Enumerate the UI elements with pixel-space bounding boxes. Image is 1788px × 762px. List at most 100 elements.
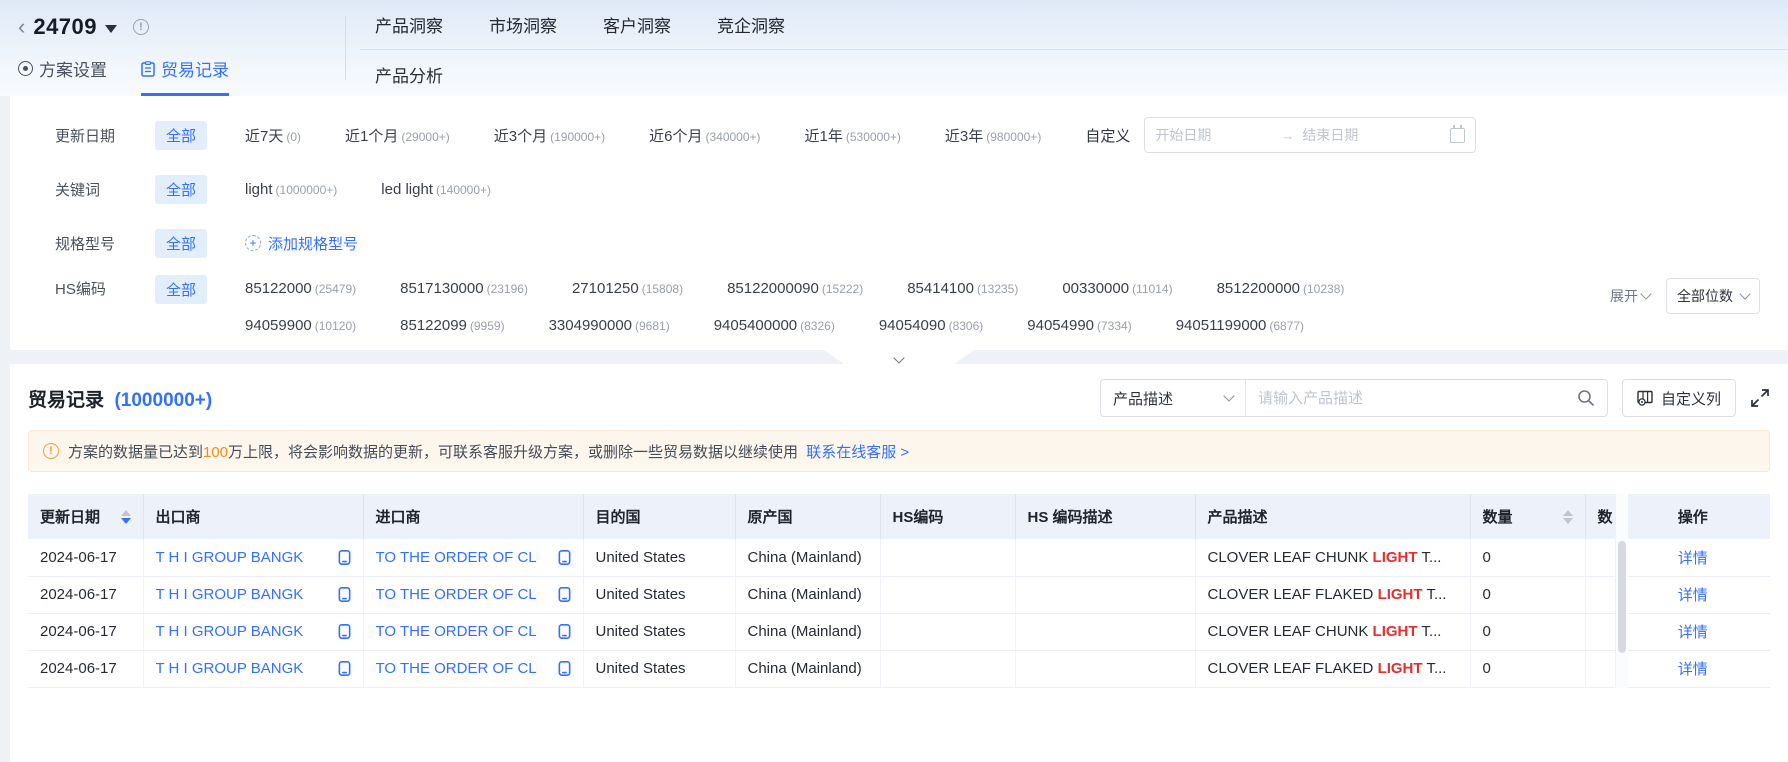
custom-columns-icon (1637, 390, 1653, 406)
vertical-scrollbar[interactable] (1615, 494, 1628, 688)
product-desc-cell: CLOVER LEAF FLAKED LIGHT T... (1195, 650, 1471, 688)
hs-code-option[interactable]: 85414100 (13235) (907, 280, 1018, 297)
plan-tabs: 方案设置 贸易记录 (18, 56, 229, 96)
search-input[interactable] (1245, 389, 1577, 407)
hs-code-option[interactable]: 8517130000 (23196) (400, 280, 528, 297)
table-row: 2024-06-17 T H I GROUP BANGK TO THE ORDE… (28, 650, 1770, 688)
col-header-destination: 目的国 (583, 494, 736, 539)
phone-icon[interactable] (558, 549, 571, 565)
exporter-link[interactable]: T H I GROUP BANGK (156, 549, 304, 566)
digits-select[interactable]: 全部位数 (1666, 278, 1760, 314)
phone-icon[interactable] (338, 624, 351, 639)
custom-columns-button[interactable]: 自定义列 (1621, 379, 1736, 417)
search-type-select[interactable]: 产品描述 (1101, 380, 1246, 416)
phone-icon[interactable] (558, 624, 571, 639)
hs-code-option[interactable]: 8512200000 (10238) (1217, 280, 1345, 297)
phone-icon[interactable] (558, 587, 571, 602)
hs-code-option[interactable]: 94059900 (10120) (245, 317, 356, 334)
chevron-down-icon (1640, 288, 1652, 300)
table-row: 2024-06-17 T H I GROUP BANGK TO THE ORDE… (28, 613, 1770, 651)
nav-market-insight[interactable]: 市场洞察 (489, 12, 557, 37)
date-range-picker[interactable]: → (1144, 117, 1477, 153)
exporter-link[interactable]: T H I GROUP BANGK (156, 623, 304, 640)
add-spec-button[interactable]: + 添加规格型号 (245, 233, 358, 254)
exporter-link[interactable]: T H I GROUP BANGK (156, 660, 304, 677)
phone-icon[interactable] (338, 549, 351, 565)
detail-link[interactable]: 详情 (1678, 661, 1708, 678)
sort-control[interactable] (120, 509, 131, 524)
importer-link[interactable]: TO THE ORDER OF CL (376, 549, 537, 566)
filter-label: 更新日期 (55, 127, 116, 145)
filter-option[interactable]: 近1个月 (29000+) (345, 125, 450, 146)
importer-link[interactable]: TO THE ORDER OF CL (376, 586, 537, 603)
filter-option[interactable]: 近6个月 (340000+) (649, 125, 760, 146)
detail-link[interactable]: 详情 (1678, 587, 1708, 604)
filter-label: HS编码 (55, 281, 106, 298)
detail-link[interactable]: 详情 (1678, 624, 1708, 641)
top-nav: 产品洞察 市场洞察 客户洞察 竞企洞察 (375, 12, 785, 37)
exporter-link[interactable]: T H I GROUP BANGK (156, 586, 304, 603)
importer-link[interactable]: TO THE ORDER OF CL (376, 623, 537, 640)
app-header: ‹ 24709 ! 产品洞察 市场洞察 客户洞察 竞企洞察 产品分析 方案设置 … (0, 0, 1788, 96)
start-date-input[interactable] (1155, 127, 1274, 143)
product-desc-cell: CLOVER LEAF CHUNK LIGHT T... (1195, 539, 1471, 577)
tab-trade-records[interactable]: 贸易记录 (141, 56, 229, 96)
sub-nav-product-analysis[interactable]: 产品分析 (375, 62, 443, 87)
filter-all-chip[interactable]: 全部 (155, 228, 208, 258)
phone-icon[interactable] (558, 661, 571, 676)
contact-support-link[interactable]: 联系在线客服 > (806, 444, 909, 461)
filter-option[interactable]: 近3个月 (190000+) (494, 125, 605, 146)
hs-code-option[interactable]: 94054990 (7334) (1027, 317, 1131, 334)
filter-row-update-date: 更新日期 全部 近7天 (0) 近1个月 (29000+) 近3个月 (190000+… (55, 108, 1774, 162)
col-header-hs-code: HS编码 (880, 494, 1016, 539)
hs-code-option[interactable]: 3304990000 (9681) (549, 317, 670, 334)
hs-code-option[interactable]: 85122000 (25479) (245, 280, 356, 297)
hs-code-option[interactable]: 85122099 (9959) (400, 317, 504, 334)
nav-competitor-insight[interactable]: 竞企洞察 (717, 12, 785, 37)
hs-code-option[interactable]: 94054090 (8306) (879, 317, 983, 334)
filter-all-chip[interactable]: 全部 (155, 275, 208, 304)
quota-warning-banner: ! 方案的数据量已达到100万上限，将会影响数据的更新，可联系客服升级方案，或删… (28, 430, 1770, 472)
importer-link[interactable]: TO THE ORDER OF CL (376, 660, 537, 677)
plan-selector[interactable]: ‹ 24709 ! (18, 14, 150, 40)
sort-asc-icon[interactable] (1562, 509, 1573, 516)
records-count: (1000000+) (114, 389, 213, 411)
phone-icon[interactable] (338, 587, 351, 602)
nav-product-insight[interactable]: 产品洞察 (375, 12, 443, 37)
info-icon[interactable]: ! (133, 19, 150, 35)
filter-option[interactable]: 近7天 (0) (245, 125, 301, 146)
plan-dropdown-caret-icon[interactable] (105, 24, 118, 33)
detail-link[interactable]: 详情 (1678, 550, 1708, 567)
filter-all-chip[interactable]: 全部 (155, 120, 208, 150)
phone-icon[interactable] (338, 661, 351, 676)
nav-customer-insight[interactable]: 客户洞察 (603, 12, 671, 37)
fullscreen-icon[interactable] (1750, 388, 1770, 408)
expand-button[interactable]: 展开 (1610, 286, 1652, 306)
sort-control[interactable] (1562, 509, 1573, 524)
hs-code-option[interactable]: 94051199000 (6877) (1176, 317, 1304, 334)
col-header-date[interactable]: 更新日期 (28, 494, 144, 539)
hs-code-option[interactable]: 00330000 (11014) (1062, 280, 1172, 297)
records-title-row: 贸易记录 (1000000+) 产品描述 自定义列 (28, 374, 1770, 422)
hs-code-option[interactable]: 27101250 (15808) (572, 280, 683, 297)
hs-code-option[interactable]: 9405400000 (8326) (714, 317, 835, 334)
filter-custom-label[interactable]: 自定义 (1085, 125, 1130, 146)
scrollbar-thumb[interactable] (1618, 541, 1626, 653)
end-date-input[interactable] (1302, 127, 1421, 143)
filter-option[interactable]: led light (140000+) (381, 181, 491, 198)
product-desc-cell: CLOVER LEAF CHUNK LIGHT T... (1195, 613, 1471, 651)
filter-option[interactable]: 近1年 (530000+) (805, 125, 901, 146)
back-icon[interactable]: ‹ (18, 16, 25, 38)
sort-asc-icon[interactable] (120, 509, 131, 516)
product-desc-cell: CLOVER LEAF FLAKED LIGHT T... (1195, 576, 1471, 614)
tab-plan-settings[interactable]: 方案设置 (18, 56, 107, 96)
filter-all-chip[interactable]: 全部 (155, 174, 208, 204)
hs-code-option[interactable]: 85122000090 (15222) (727, 280, 863, 297)
col-header-quantity[interactable]: 数量 (1470, 494, 1586, 539)
filter-option[interactable]: 近3年 (980000+) (945, 125, 1041, 146)
search-icon[interactable] (1577, 389, 1595, 407)
sort-desc-icon[interactable] (120, 517, 131, 524)
sort-desc-icon[interactable] (1562, 517, 1573, 524)
filter-row-keyword: 关键词 全部 light (1000000+) led light (140000+… (55, 162, 1774, 216)
filter-option[interactable]: light (1000000+) (245, 181, 337, 198)
